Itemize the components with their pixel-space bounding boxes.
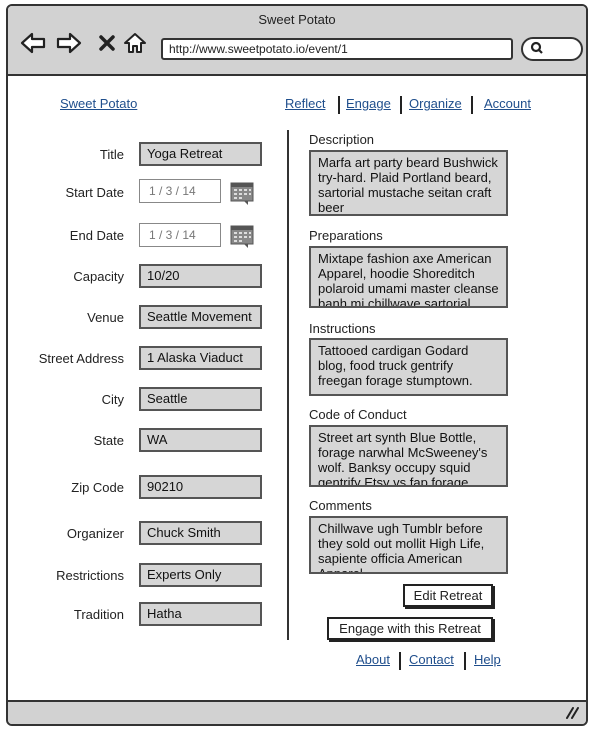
footer-help-link[interactable]: Help: [474, 652, 501, 667]
nav-account[interactable]: Account: [484, 96, 531, 111]
browser-toolbar: Sweet Potato http://www.sweetpotato.io/e…: [8, 6, 586, 76]
status-bar: [8, 700, 586, 724]
title-field[interactable]: Yoga Retreat: [139, 142, 262, 166]
capacity-label: Capacity: [73, 269, 124, 284]
column-divider: [287, 130, 289, 640]
street-address-field[interactable]: 1 Alaska Viaduct: [139, 346, 262, 370]
comments-textarea[interactable]: Chillwave ugh Tumblr before they sold ou…: [309, 516, 508, 574]
engage-retreat-button[interactable]: Engage with this Retreat: [327, 617, 493, 640]
organizer-label: Organizer: [66, 526, 124, 541]
preparations-label: Preparations: [309, 228, 383, 243]
start-date-label: Start Date: [65, 185, 124, 200]
preparations-textarea[interactable]: Mixtape fashion axe American Apparel, ho…: [309, 246, 508, 308]
brand-link[interactable]: Sweet Potato: [60, 96, 137, 111]
search-box[interactable]: [521, 37, 583, 61]
x-icon[interactable]: [94, 30, 120, 56]
resize-grip-icon[interactable]: [564, 705, 580, 722]
title-label: Title: [99, 147, 124, 162]
url-bar[interactable]: http://www.sweetpotato.io/event/1: [161, 38, 513, 60]
search-icon: [530, 41, 544, 60]
footer-contact-link[interactable]: Contact: [409, 652, 454, 667]
start-date-field[interactable]: 1 / 3 / 14: [139, 179, 221, 203]
footer-separator: [399, 652, 401, 670]
state-field[interactable]: WA: [139, 428, 262, 452]
nav-separator: [338, 96, 340, 114]
calendar-icon[interactable]: [230, 181, 254, 205]
tradition-label: Tradition: [73, 607, 124, 622]
calendar-icon[interactable]: [230, 224, 254, 248]
city-field[interactable]: Seattle: [139, 387, 262, 411]
browser-window: Sweet Potato http://www.sweetpotato.io/e…: [6, 4, 588, 726]
instructions-textarea[interactable]: Tattooed cardigan Godard blog, food truc…: [309, 338, 508, 396]
end-date-field[interactable]: 1 / 3 / 14: [139, 223, 221, 247]
nav-engage[interactable]: Engage: [346, 96, 391, 111]
restrictions-field[interactable]: Experts Only: [139, 563, 262, 587]
venue-field[interactable]: Seattle Movement: [139, 305, 262, 329]
left-arrow-icon[interactable]: [20, 30, 46, 56]
right-arrow-icon[interactable]: [56, 30, 82, 56]
organizer-field[interactable]: Chuck Smith: [139, 521, 262, 545]
comments-label: Comments: [309, 498, 372, 513]
capacity-field[interactable]: 10/20: [139, 264, 262, 288]
description-textarea[interactable]: Marfa art party beard Bushwick try-hard.…: [309, 150, 508, 216]
nav-separator: [471, 96, 473, 114]
code-of-conduct-textarea[interactable]: Street art synth Blue Bottle, forage nar…: [309, 425, 508, 487]
end-date-label: End Date: [69, 228, 124, 243]
venue-label: Venue: [87, 310, 124, 325]
nav-reflect[interactable]: Reflect: [285, 96, 325, 111]
tradition-field[interactable]: Hatha: [139, 602, 262, 626]
home-icon[interactable]: [122, 30, 148, 56]
restrictions-label: Restrictions: [56, 568, 124, 583]
edit-retreat-button[interactable]: Edit Retreat: [403, 584, 493, 607]
zip-code-field[interactable]: 90210: [139, 475, 262, 499]
instructions-label: Instructions: [309, 321, 376, 336]
nav-organize[interactable]: Organize: [409, 96, 462, 111]
state-label: State: [93, 433, 124, 448]
city-label: City: [101, 392, 124, 407]
window-title: Sweet Potato: [258, 12, 336, 27]
footer-about-link[interactable]: About: [356, 652, 390, 667]
footer-separator: [464, 652, 466, 670]
description-label: Description: [309, 132, 375, 147]
code-of-conduct-label: Code of Conduct: [309, 407, 407, 422]
nav-separator: [400, 96, 402, 114]
street-address-label: Street Address: [38, 351, 124, 366]
zip-code-label: Zip Code: [71, 480, 124, 495]
